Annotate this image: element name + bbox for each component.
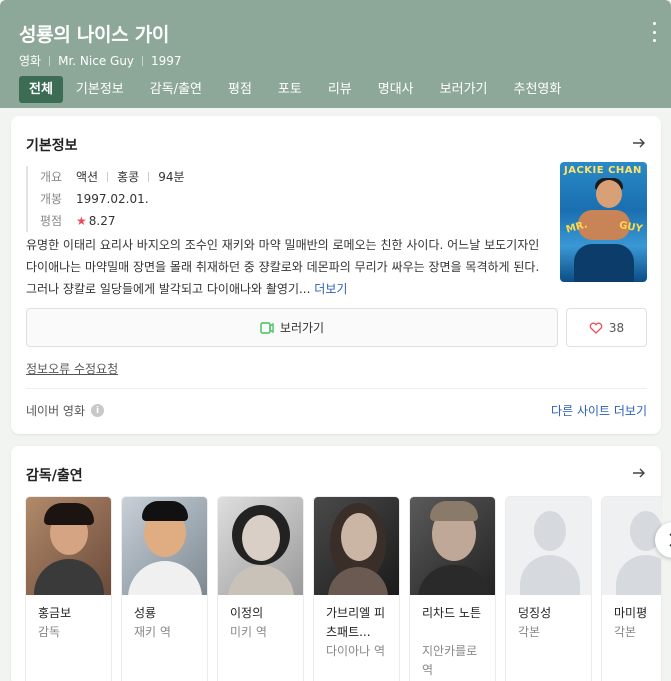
country: 홍콩 [117,170,140,184]
tab-basic-info[interactable]: 기본정보 [63,76,137,103]
cast-item[interactable]: 이정의 미키 역 [217,496,304,681]
cast-item[interactable]: 덩징성 각본 [505,496,592,681]
meta-category: 영화 [19,54,42,68]
person-role: 재키 역 [134,625,171,639]
person-role: 감독 [38,625,61,639]
person-name: 가브리엘 피츠패트... [326,606,386,639]
release-row: 개봉 1997.02.01. [40,188,546,210]
divider [142,55,144,66]
basic-info-title: 기본정보 [26,138,78,154]
person-role: 각본 [614,625,637,639]
person-name: 성룡 [134,606,157,620]
like-count: 38 [608,320,625,335]
overview-label: 개요 [40,170,63,184]
movie-title: 성룡의 나이스 가이 [19,24,170,46]
info-list: 개요 액션 홍콩 94분 개봉 1997.02.01. 평점 ★ 8.27 [26,166,546,232]
synopsis: 유명한 이태리 요리사 바지오의 조수인 재키와 마약 밀매반의 로메오는 친한… [26,234,548,300]
tab-bar: 전체 기본정보 감독/출연 평점 포토 리뷰 명대사 보러가기 추천영화 [19,76,574,103]
watch-label: 보러가기 [279,321,325,335]
synopsis-more-link[interactable]: 더보기 [314,282,347,296]
rating-label: 평점 [40,214,63,228]
tab-quotes[interactable]: 명대사 [365,76,427,103]
cast-item[interactable]: 가브리엘 피츠패트... 다이아나 역 [313,496,400,681]
source-text: 네이버 영화 [26,404,86,418]
synopsis-text: 유명한 이태리 요리사 바지오의 조수인 재키와 마약 밀매반의 로메오는 친한… [26,238,540,296]
cast-list: 홍금보 감독 성룡 재키 역 이정의 미키 역 가브리엘 피츠패트... 다이아… [25,496,661,681]
person-photo [410,497,495,595]
source-label: 네이버 영화 i [26,402,105,419]
person-photo [122,497,207,595]
cast-item[interactable]: 마미평 각본 [601,496,661,681]
like-button[interactable]: 38 [566,308,647,347]
rating-row: 평점 ★ 8.27 [40,210,546,232]
divider [26,388,647,389]
person-role: 다이아나 역 [326,644,386,658]
poster-top-text: JACKIE CHAN [564,165,642,176]
person-name: 덩징성 [518,606,552,620]
person-role: 지안카를로 역 [422,644,478,677]
movie-meta: 영화 Mr. Nice Guy 1997 [19,52,182,69]
person-role: 각본 [518,625,541,639]
person-name: 이정의 [230,606,264,620]
person-name: 리차드 노튼 [422,606,482,620]
person-name: 마미평 [614,606,648,620]
rating-value: 8.27 [88,214,116,228]
watch-button[interactable]: 보러가기 [26,308,558,347]
divider [148,172,150,182]
person-name: 홍금보 [38,606,72,620]
meta-english-title: Mr. Nice Guy [58,53,135,68]
tab-recommended[interactable]: 추천영화 [501,76,575,103]
divider [49,55,51,66]
person-placeholder-icon [602,497,661,595]
tab-all[interactable]: 전체 [19,76,63,103]
arrow-right-icon[interactable] [631,465,647,481]
other-sites-link[interactable]: 다른 사이트 더보기 [551,402,647,419]
person-placeholder-icon [506,497,591,595]
tab-review[interactable]: 리뷰 [315,76,365,103]
more-options-icon[interactable] [651,22,657,42]
arrow-right-icon[interactable] [631,135,647,151]
tab-cast[interactable]: 감독/출연 [137,76,215,103]
basic-info-card: 기본정보 개요 액션 홍콩 94분 개봉 1997.02.01. 평점 ★ 8.… [11,116,661,434]
movie-poster[interactable]: JACKIE CHAN MR. GUY [560,162,647,282]
person-photo [26,497,111,595]
genre: 액션 [76,170,99,184]
divider [107,172,109,182]
meta-year: 1997 [151,53,182,68]
tab-photo[interactable]: 포토 [265,76,315,103]
poster-art [574,244,634,282]
cast-item[interactable]: 홍금보 감독 [25,496,112,681]
info-icon[interactable]: i [91,404,105,417]
play-icon [260,321,274,334]
runtime: 94분 [158,170,185,184]
cast-title: 감독/출연 [26,468,83,484]
person-photo [314,497,399,595]
tab-rating[interactable]: 평점 [215,76,265,103]
release-date: 1997.02.01. [76,192,149,206]
movie-header: 성룡의 나이스 가이 영화 Mr. Nice Guy 1997 전체 기본정보 … [0,0,671,108]
star-icon: ★ [76,214,87,228]
person-photo [218,497,303,595]
poster-art [596,180,622,208]
cast-card: 감독/출연 홍금보 감독 성룡 재키 역 이정의 미키 역 가브리엘 피츠패트.… [11,446,671,681]
edit-request-link[interactable]: 정보오류 수정요청 [26,360,118,377]
heart-icon [589,322,603,334]
person-role: 미키 역 [230,625,267,639]
overview-row: 개요 액션 홍콩 94분 [40,166,546,188]
release-label: 개봉 [40,192,63,206]
cast-item[interactable]: 성룡 재키 역 [121,496,208,681]
cast-item[interactable]: 리차드 노튼 지안카를로 역 [409,496,496,681]
tab-watch[interactable]: 보러가기 [427,76,501,103]
